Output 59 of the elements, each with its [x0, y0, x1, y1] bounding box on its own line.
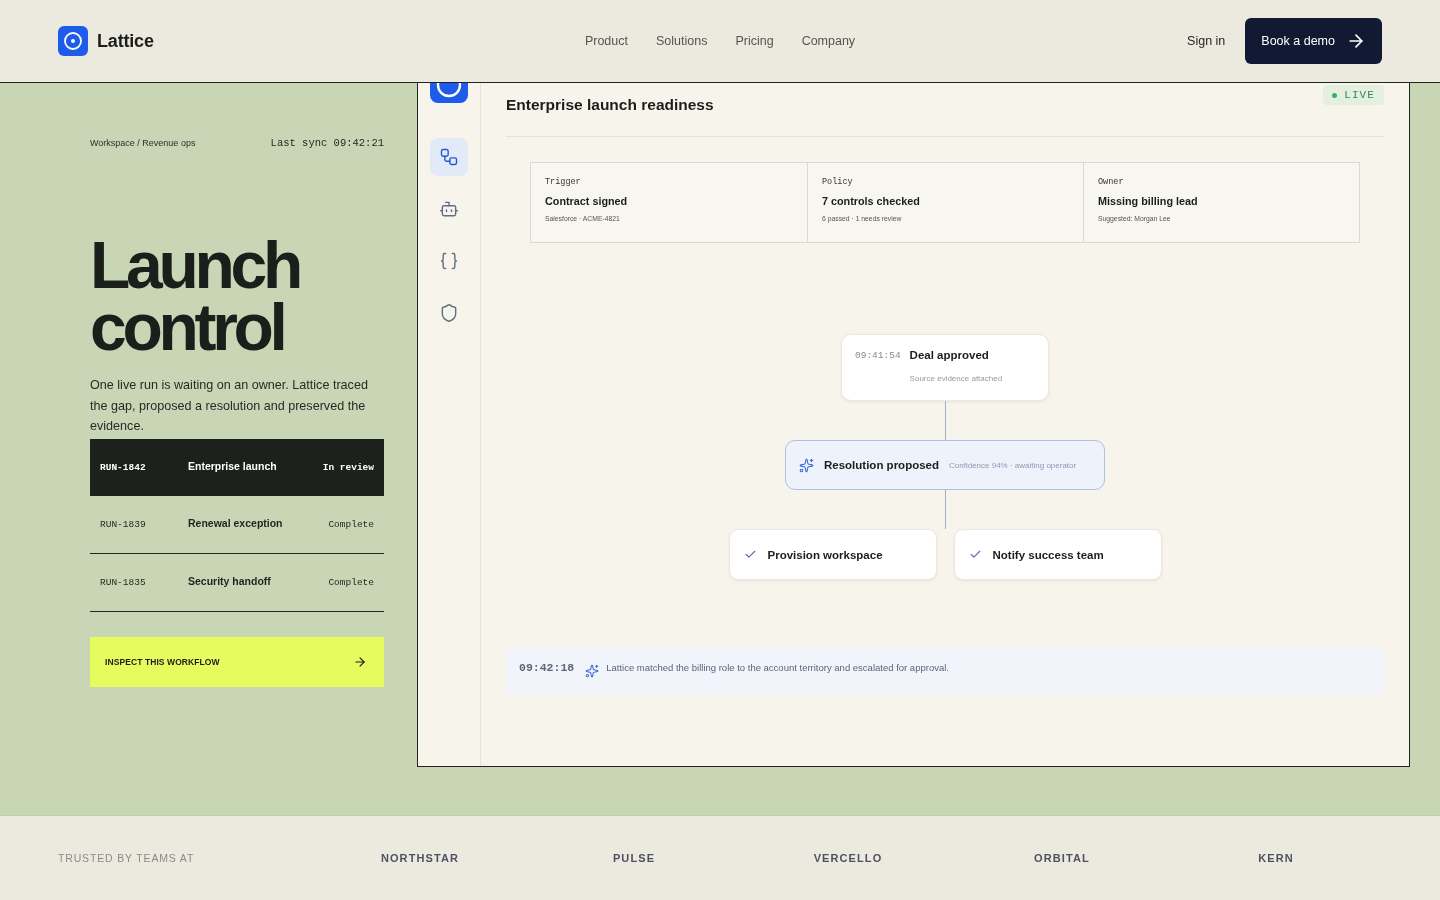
connector-line	[944, 401, 946, 440]
brand-wordmark: NORTHSTAR	[380, 852, 460, 864]
status-dot-icon	[1332, 92, 1338, 98]
summary-value: 7 controls checked	[822, 195, 920, 207]
summary-label: Policy	[822, 177, 853, 187]
action-label: Notify success team	[992, 548, 1104, 561]
workflow-icon	[439, 147, 459, 167]
log-time: 09:42:18	[519, 661, 575, 674]
run-status: Complete	[328, 576, 374, 588]
run-row[interactable]: RUN-1839 Renewal exception Complete	[90, 495, 384, 554]
brand-wordmark: ORBITAL	[1034, 852, 1090, 864]
nav-link[interactable]: Product	[584, 34, 628, 48]
hero-heading: Launch control	[90, 234, 301, 358]
breadcrumb: Workspace / Revenue ops	[90, 138, 196, 148]
last-sync-time: Last sync 09:42:21	[270, 137, 384, 149]
brand-wordmark: KERN	[1258, 852, 1294, 864]
run-name: Enterprise launch	[188, 459, 278, 472]
trusted-label: TRUSTED BY TEAMS AT	[58, 852, 196, 864]
sparkle-icon	[799, 457, 814, 473]
node-detail: Source evidence attached	[909, 374, 1004, 383]
connector-line	[944, 490, 946, 529]
brand-wordmark: PULSE	[612, 852, 656, 864]
run-id: RUN-1835	[100, 576, 147, 588]
run-status: Complete	[328, 518, 374, 530]
run-id: RUN-1839	[100, 518, 147, 530]
node-detail: Confidence 94% · awaiting operator	[949, 460, 1077, 470]
run-status: In review	[322, 461, 374, 473]
run-row[interactable]: RUN-1835 Security handoff Complete	[90, 553, 384, 612]
brand-wordmark: VERCELLO	[813, 852, 883, 864]
shield-icon	[439, 303, 459, 323]
logo-icon	[58, 26, 88, 56]
inspect-workflow-button[interactable]: INSPECT THIS WORKFLOW	[90, 636, 384, 687]
summary-value: Missing billing lead	[1098, 195, 1198, 207]
summary-label: Trigger	[545, 177, 581, 187]
sidebar-nav-button[interactable]	[430, 138, 468, 176]
brand-name: Lattice	[97, 30, 154, 52]
panel-title: Enterprise launch readiness	[506, 95, 714, 115]
node-title: Deal approved	[909, 349, 990, 361]
braces-icon	[439, 251, 459, 271]
action-label: Provision workspace	[767, 548, 883, 561]
summary-label: Owner	[1098, 177, 1124, 187]
run-id: RUN-1842	[100, 461, 147, 473]
sign-in-link[interactable]: Sign in	[1187, 34, 1226, 48]
sparkle-icon	[585, 664, 600, 678]
app-logo-icon	[430, 83, 468, 103]
status-label: LIVE	[1344, 89, 1375, 101]
nav-link[interactable]: Pricing	[735, 34, 774, 48]
run-row[interactable]: RUN-1842 Enterprise launch In review	[90, 438, 384, 496]
hero-description: One live run is waiting on an owner. Lattice traced the gap, proposed a resolution and preserved the evidence.	[90, 377, 369, 435]
summary-value: Contract signed	[545, 195, 628, 207]
nav-link[interactable]: Company	[801, 34, 856, 48]
event-time: 09:41:54	[855, 349, 901, 361]
book-demo-button[interactable]: Book a demo	[1245, 18, 1382, 64]
nav-link[interactable]: Solutions	[655, 34, 708, 48]
node-title: Resolution proposed	[824, 459, 939, 471]
run-name: Renewal exception	[188, 516, 284, 529]
robot-icon	[439, 199, 459, 219]
log-message: Lattice matched the billing role to the account territory and escalated for approval.	[606, 662, 949, 673]
run-name: Security handoff	[188, 574, 272, 587]
